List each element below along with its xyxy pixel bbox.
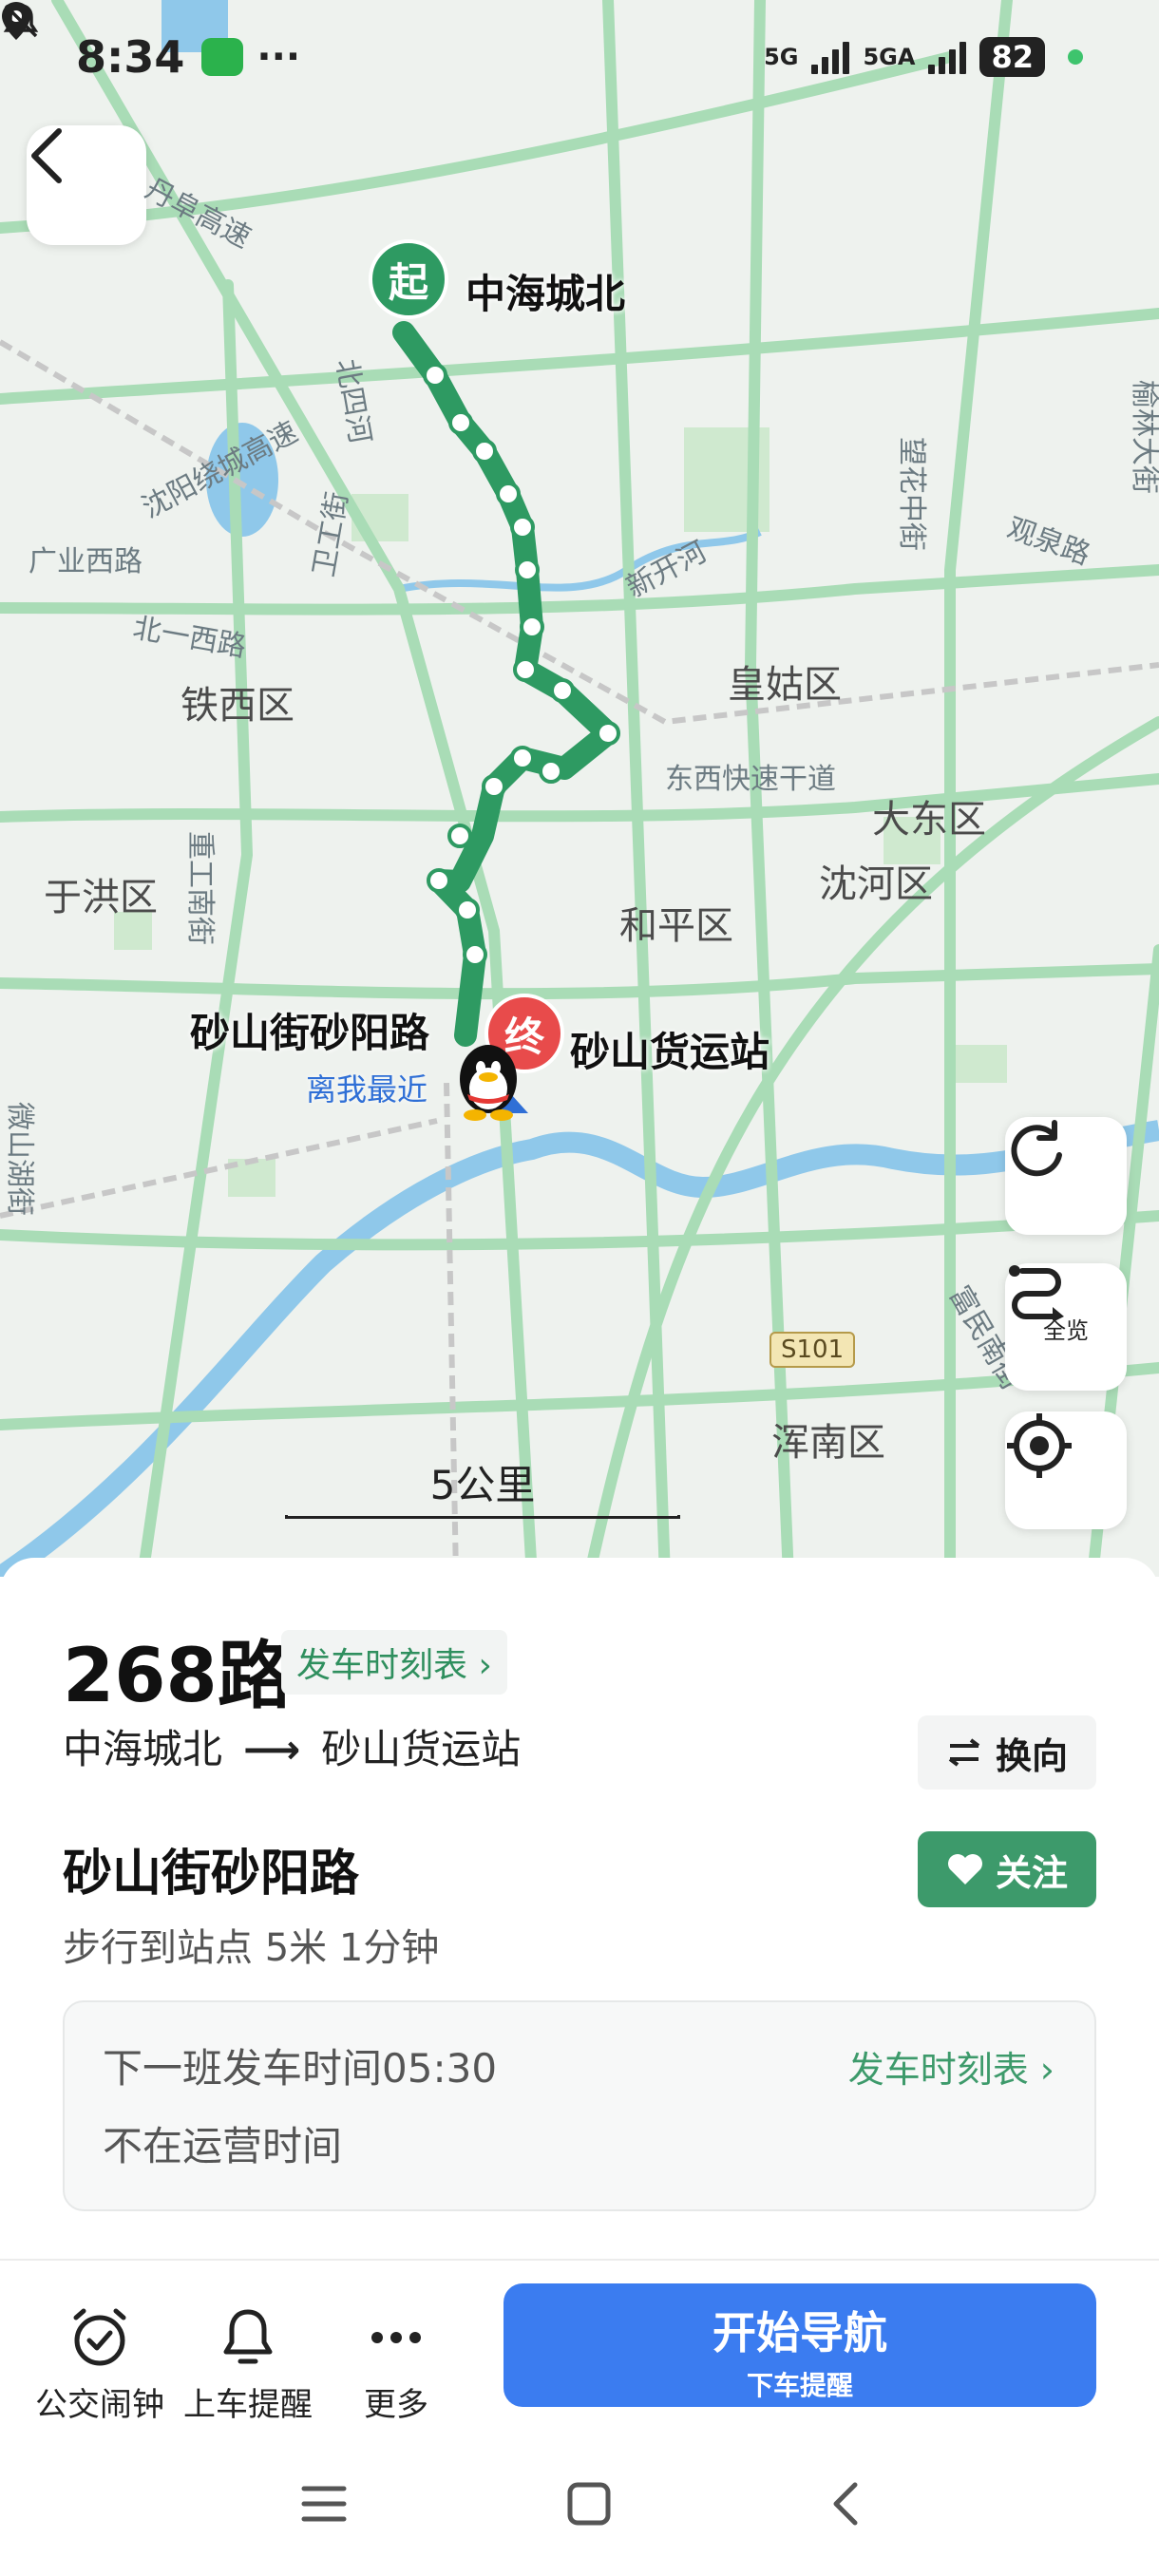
map-road-label: 重工南街: [183, 831, 217, 945]
crosshair-icon: [1007, 1413, 1072, 1478]
district-label: 皇姑区: [728, 663, 842, 707]
start-stop-label[interactable]: 中海城北: [466, 262, 625, 320]
district-label: 于洪区: [44, 876, 158, 919]
route-to: 砂山货运站: [321, 1726, 522, 1772]
district-label: 和平区: [619, 904, 733, 948]
user-location-icon: [452, 1041, 530, 1123]
route-detail-sheet: 268路 发车时刻表 › 中海城北 ⟶ 砂山货运站 换向 砂山街砂阳路 关注 步行到…: [0, 1558, 1159, 2576]
screen: 8:34 ··· 5G 5GA 82 丹阜高速 北四河 沈阳绕城高速 卫工街 广…: [0, 0, 1159, 2576]
bus-alarm-button[interactable]: 公交闹钟: [28, 2302, 171, 2425]
end-stop-label[interactable]: 砂山货运站: [570, 1020, 770, 1078]
alight-reminder-label: 下车提醒: [746, 2370, 853, 2401]
battery-level: 82: [979, 37, 1045, 77]
boarding-reminder-label: 上车提醒: [183, 2386, 313, 2424]
menu-icon[interactable]: [300, 2483, 348, 2525]
status-bar: 8:34 ··· 5G 5GA 82: [0, 0, 1159, 114]
route-overview-icon: [1009, 1265, 1064, 1320]
more-button[interactable]: 更多: [325, 2302, 467, 2425]
direction-arrow-icon: ⟶: [243, 1726, 301, 1772]
more-label: 更多: [364, 2386, 428, 2424]
current-stop-label[interactable]: 砂山街砂阳路: [190, 1001, 429, 1059]
signal-label-2: 5GA: [863, 44, 916, 70]
district-label: 大东区: [872, 798, 986, 842]
district-label: 铁西区: [180, 684, 294, 728]
home-icon[interactable]: [566, 2481, 612, 2527]
map-road-label: 榆林大街: [1128, 380, 1159, 494]
bell-icon: [223, 2309, 273, 2364]
district-label: 浑南区: [771, 1421, 885, 1465]
refresh-icon: [1011, 1120, 1062, 1177]
swap-label: 换向: [995, 1734, 1068, 1777]
heart-icon: [947, 1854, 982, 1885]
map-road-label: 微山湖街: [3, 1102, 36, 1216]
privacy-indicator-icon: [1068, 49, 1083, 65]
back-nav-icon[interactable]: [830, 2481, 859, 2527]
status-time: 8:34: [76, 31, 185, 83]
timetable-chip[interactable]: 发车时刻表 ›: [281, 1630, 507, 1695]
operation-status: 不在运营时间: [103, 2123, 343, 2169]
system-navigation-bar: [0, 2456, 1159, 2551]
follow-label: 关注: [995, 1851, 1068, 1894]
start-navigation-button[interactable]: 开始导航 下车提醒: [504, 2283, 1096, 2407]
route-direction: 中海城北 ⟶ 砂山货运站: [63, 1717, 521, 1775]
route-from: 中海城北: [63, 1726, 223, 1772]
wechat-icon: [201, 38, 244, 76]
map-road-label: 东西快速干道: [665, 763, 836, 796]
signal-label-1: 5G: [764, 44, 799, 70]
chevron-left-icon: [31, 128, 62, 183]
divider: [0, 2259, 1159, 2261]
start-navigation-label: 开始导航: [712, 2307, 887, 2358]
departure-info-card: 下一班发车时间05:30 发车时刻表 › 不在运营时间: [63, 2000, 1096, 2211]
back-button[interactable]: [27, 125, 146, 245]
alarm-clock-icon: [73, 2308, 126, 2366]
more-dots-icon: [371, 2332, 421, 2343]
start-pin[interactable]: 起: [369, 239, 448, 319]
bus-alarm-label: 公交闹钟: [35, 2386, 164, 2424]
stop-name: 砂山街砂阳路: [63, 1846, 360, 1903]
walk-info: 步行到站点 5米 1分钟: [63, 1926, 440, 1970]
highway-badge: S101: [770, 1332, 856, 1368]
scale-bar: [285, 1515, 680, 1519]
follow-button[interactable]: 关注: [918, 1831, 1096, 1907]
nearest-label: 离我最近: [306, 1071, 428, 1108]
scale-label: 5公里: [429, 1462, 536, 1508]
map-view[interactable]: 8:34 ··· 5G 5GA 82 丹阜高速 北四河 沈阳绕城高速 卫工街 广…: [0, 0, 1159, 1577]
map-road-label: 望花中街: [895, 437, 928, 551]
boarding-reminder-button[interactable]: 上车提醒: [177, 2302, 319, 2425]
swap-icon: [948, 1738, 980, 1767]
overview-button[interactable]: 全览: [1005, 1263, 1127, 1391]
timetable-link[interactable]: 发车时刻表 ›: [848, 2040, 1054, 2093]
swap-direction-button[interactable]: 换向: [918, 1715, 1096, 1790]
signal-bars-icon: [811, 40, 850, 74]
map-scale: 5公里: [285, 1453, 680, 1519]
next-departure: 下一班发车时间05:30: [103, 2045, 498, 2092]
signal-bars-2-icon: [928, 40, 967, 74]
district-label: 沈河区: [819, 862, 933, 906]
map-road-label: 广业西路: [28, 545, 142, 578]
locate-me-button[interactable]: [1005, 1411, 1127, 1529]
refresh-button[interactable]: [1005, 1117, 1127, 1235]
route-name: 268路: [63, 1634, 292, 1719]
more-notifications-icon: ···: [256, 35, 301, 79]
